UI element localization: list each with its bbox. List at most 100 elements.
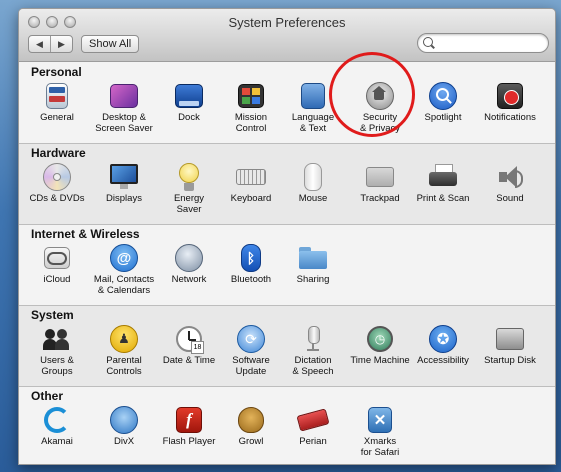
section-system: System Users & Groups ♟ Parental Controls 18… [19, 305, 555, 386]
pref-pane-label: CDs & DVDs [29, 193, 85, 204]
sharing-icon [298, 244, 328, 272]
pref-pane-xmarks[interactable]: ✕ Xmarks for Safari [345, 406, 415, 458]
keyboard-icon [236, 163, 266, 191]
pref-pane-flash[interactable]: f Flash Player [154, 406, 224, 447]
section-title: Internet & Wireless [31, 227, 140, 241]
pref-pane-network[interactable]: Network [154, 244, 224, 285]
show-all-button[interactable]: Show All [81, 35, 140, 53]
pref-pane-perian[interactable]: Perian [278, 406, 348, 447]
pref-pane-notifications[interactable]: Notifications [475, 82, 545, 123]
section-other: Other Akamai DivX f Flash Player Growl Perian ✕… [19, 386, 555, 464]
pref-pane-spotlight[interactable]: Spotlight [408, 82, 478, 123]
pref-pane-label: Trackpad [360, 193, 400, 204]
desktop-icon [109, 82, 139, 110]
pref-pane-label: Users & Groups [40, 355, 74, 377]
pref-pane-label: Mail, Contacts & Calendars [93, 274, 155, 296]
pref-pane-label: Desktop & Screen Saver [95, 112, 153, 134]
back-button[interactable]: ◀ [29, 36, 50, 52]
growl-icon [236, 406, 266, 434]
printer-icon [428, 163, 458, 191]
pref-pane-general[interactable]: General [22, 82, 92, 123]
flash-icon: f [174, 406, 204, 434]
section-internet-wireless: Internet & Wireless iCloud @ Mail, Contacts… [19, 224, 555, 305]
trackpad-icon [365, 163, 395, 191]
pref-pane-cd[interactable]: CDs & DVDs [22, 163, 92, 204]
pref-pane-label: Keyboard [230, 193, 272, 204]
pref-pane-keyboard[interactable]: Keyboard [216, 163, 286, 204]
pref-pane-sound[interactable]: Sound [475, 163, 545, 204]
pref-pane-mail[interactable]: @ Mail, Contacts & Calendars [89, 244, 159, 296]
pref-pane-growl[interactable]: Growl [216, 406, 286, 447]
pref-pane-parental[interactable]: ♟ Parental Controls [89, 325, 159, 377]
pref-pane-label: Parental Controls [106, 355, 142, 377]
clock-icon: 18 [174, 325, 204, 354]
section-title: Hardware [31, 146, 86, 160]
pref-pane-label: Language & Text [291, 112, 335, 134]
search-input[interactable] [436, 35, 546, 51]
pref-pane-desktop[interactable]: Desktop & Screen Saver [89, 82, 159, 134]
pref-pane-label: iCloud [43, 274, 71, 285]
pref-pane-mouse[interactable]: Mouse [278, 163, 348, 204]
search-field[interactable] [417, 33, 549, 53]
pref-pane-dock[interactable]: Dock [154, 82, 224, 123]
pref-pane-displays[interactable]: Displays [89, 163, 159, 204]
xmarks-icon: ✕ [365, 406, 395, 434]
pref-pane-akamai[interactable]: Akamai [22, 406, 92, 447]
bluetooth-icon: ᛒ [236, 244, 266, 272]
sound-icon [495, 163, 525, 191]
pref-pane-trackpad[interactable]: Trackpad [345, 163, 415, 204]
pref-pane-label: Date & Time [162, 355, 216, 366]
perian-icon [296, 406, 330, 434]
displays-icon [109, 163, 139, 191]
pref-pane-disk[interactable]: Startup Disk [475, 325, 545, 366]
notifications-icon [495, 82, 525, 110]
pref-pane-mission-control[interactable]: Mission Control [216, 82, 286, 134]
section-divider [19, 305, 555, 306]
pref-pane-divx[interactable]: DivX [89, 406, 159, 447]
section-title: System [31, 308, 74, 322]
pref-pane-sharing[interactable]: Sharing [278, 244, 348, 285]
pref-pane-label: Security & Privacy [359, 112, 401, 134]
icloud-icon [42, 244, 72, 272]
section-hardware: Hardware CDs & DVDs Displays Energy Saver Ke… [19, 143, 555, 224]
section-divider [19, 224, 555, 225]
section-title: Other [31, 389, 64, 403]
pref-pane-label: Software Update [232, 355, 270, 377]
pref-pane-accessibility[interactable]: ✪ Accessibility [408, 325, 478, 366]
pref-pane-clock[interactable]: 18 Date & Time [154, 325, 224, 366]
pref-pane-label: Accessibility [417, 355, 469, 366]
pref-pane-label: Dock [178, 112, 200, 123]
pref-pane-label: Displays [106, 193, 142, 204]
network-icon [174, 244, 204, 272]
system-preferences-window: System Preferences ◀ ▶ Show All Personal… [18, 8, 556, 465]
language-icon [298, 82, 328, 110]
pref-pane-label: Growl [238, 436, 264, 447]
section-divider [19, 386, 555, 387]
pref-pane-label: Perian [299, 436, 327, 447]
pref-pane-users[interactable]: Users & Groups [22, 325, 92, 377]
navigation-buttons: ◀ ▶ [28, 35, 73, 53]
mail-icon: @ [109, 244, 139, 272]
pref-pane-security[interactable]: Security & Privacy [345, 82, 415, 134]
energy-icon [174, 163, 204, 191]
pref-pane-label: Sound [496, 193, 524, 204]
section-divider [19, 143, 555, 144]
pref-pane-label: Network [171, 274, 207, 285]
pref-pane-time-machine[interactable]: ◷ Time Machine [345, 325, 415, 366]
accessibility-icon: ✪ [428, 325, 458, 353]
pref-pane-language[interactable]: Language & Text [278, 82, 348, 134]
forward-button[interactable]: ▶ [50, 36, 72, 52]
pref-pane-label: Xmarks for Safari [360, 436, 400, 458]
pref-pane-printer[interactable]: Print & Scan [408, 163, 478, 204]
pref-pane-update[interactable]: ⟳ Software Update [216, 325, 286, 377]
pref-pane-bluetooth[interactable]: ᛒ Bluetooth [216, 244, 286, 285]
pref-pane-label: Time Machine [350, 355, 410, 366]
divx-icon [109, 406, 139, 434]
general-icon [42, 82, 72, 110]
pref-pane-label: Startup Disk [484, 355, 536, 366]
pref-pane-microphone[interactable]: Dictation & Speech [278, 325, 348, 377]
pref-pane-label: Mission Control [234, 112, 268, 134]
pref-pane-icloud[interactable]: iCloud [22, 244, 92, 285]
pref-pane-energy[interactable]: Energy Saver [154, 163, 224, 215]
mouse-icon [298, 163, 328, 191]
